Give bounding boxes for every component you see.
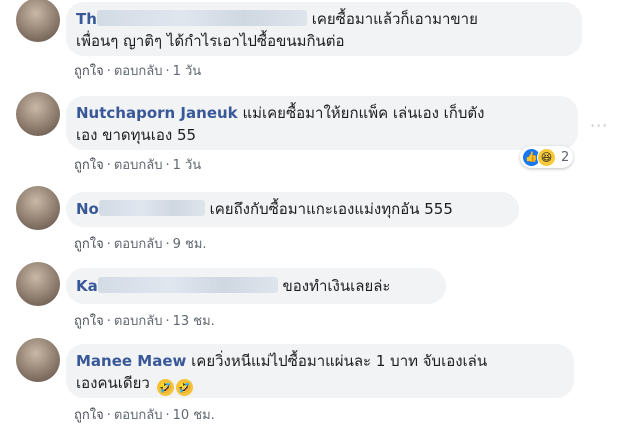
comment-text: เองคนเดียว <box>76 374 150 392</box>
commenter-name[interactable]: Th <box>76 10 97 28</box>
avatar[interactable] <box>16 0 60 42</box>
redacted-name <box>97 277 278 293</box>
timestamp[interactable]: 13 ชม. <box>173 314 215 329</box>
commenter-name[interactable]: Manee Maew <box>76 352 186 370</box>
reply-link[interactable]: ตอบกลับ <box>114 314 163 329</box>
comment-bubble: Manee Maew เคยวิ่งหนีแม่ไปซื้อมาแผ่นละ 1… <box>66 344 574 398</box>
comment-actions: ถูกใจ · ตอบกลับ · 1 วัน <box>74 64 202 79</box>
redacted-name <box>96 10 307 26</box>
like-link[interactable]: ถูกใจ <box>74 64 104 79</box>
reply-link[interactable]: ตอบกลับ <box>114 237 163 252</box>
comment-actions: ถูกใจ · ตอบกลับ · 10 ชม. <box>74 408 215 423</box>
reply-link[interactable]: ตอบกลับ <box>114 158 163 173</box>
comment-text: เคยถึงกับซื้อมาแกะเองแม่งทุกอัน 555 <box>209 200 453 218</box>
comment-bubble: No เคยถึงกับซื้อมาแกะเองแม่งทุกอัน 555 <box>66 192 519 227</box>
reply-link[interactable]: ตอบกลับ <box>114 64 163 79</box>
comment-text: แม่เคยซื้อมาให้ยกแพ็ค เล่นเอง เก็บตัง <box>242 104 485 122</box>
comment-text: เคยวิ่งหนีแม่ไปซื้อมาแผ่นละ 1 บาท จับเอง… <box>191 352 488 370</box>
comment-text: เคยซื้อมาแล้วก็เอามาขาย <box>311 10 478 28</box>
reply-link[interactable]: ตอบกลับ <box>114 408 163 423</box>
comment-text: ของทำเงินเลยล่ะ <box>282 277 391 295</box>
rolling-laughing-emoji-icon: 🤣 <box>175 379 193 396</box>
rolling-laughing-emoji-icon: 🤣 <box>156 379 174 396</box>
commenter-name[interactable]: Ka <box>76 277 98 295</box>
avatar[interactable] <box>16 92 60 136</box>
comment-bubble: Th เคยซื้อมาแล้วก็เอามาขาย เพื่อนๆ ญาติๆ… <box>66 2 582 56</box>
timestamp[interactable]: 1 วัน <box>173 64 202 79</box>
comment-bubble: Ka ของทำเงินเลยล่ะ <box>66 268 446 304</box>
avatar[interactable] <box>16 338 60 382</box>
like-link[interactable]: ถูกใจ <box>74 237 104 252</box>
comment-actions: ถูกใจ · ตอบกลับ · 1 วัน <box>74 158 202 173</box>
comment-text: เอง ขาดทุนเอง 55 <box>76 126 197 144</box>
reaction-summary[interactable]: 👍 😆 2 <box>520 146 574 168</box>
timestamp[interactable]: 10 ชม. <box>173 408 215 423</box>
redacted-name <box>98 200 205 216</box>
comment-actions: ถูกใจ · ตอบกลับ · 13 ชม. <box>74 314 215 329</box>
like-link[interactable]: ถูกใจ <box>74 158 104 173</box>
like-link[interactable]: ถูกใจ <box>74 408 104 423</box>
more-options-icon[interactable]: ··· <box>590 116 608 135</box>
timestamp[interactable]: 9 ชม. <box>173 237 207 252</box>
comment-actions: ถูกใจ · ตอบกลับ · 9 ชม. <box>74 237 207 252</box>
comment-bubble: Nutchaporn Janeuk แม่เคยซื้อมาให้ยกแพ็ค … <box>66 96 578 150</box>
timestamp[interactable]: 1 วัน <box>173 158 202 173</box>
like-link[interactable]: ถูกใจ <box>74 314 104 329</box>
commenter-name[interactable]: Nutchaporn Janeuk <box>76 104 238 122</box>
comment-text: เพื่อนๆ ญาติๆ ได้กำไรเอาไปซื้อขนมกินต่อ <box>76 32 345 50</box>
reaction-count: 2 <box>561 149 570 165</box>
avatar[interactable] <box>16 262 60 306</box>
commenter-name[interactable]: No <box>76 200 99 218</box>
avatar[interactable] <box>16 186 60 230</box>
laughing-face-icon: 😆 <box>537 147 556 167</box>
